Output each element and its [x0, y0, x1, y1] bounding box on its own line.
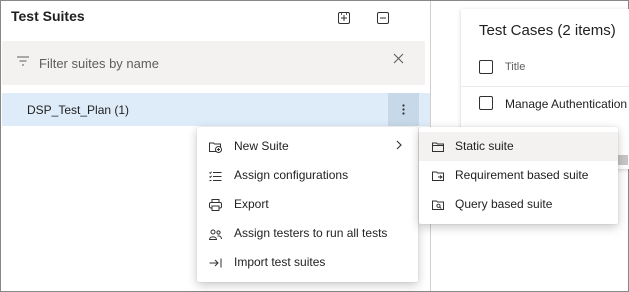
- row-divider: [461, 86, 629, 87]
- submenu-item-label: Requirement based suite: [455, 168, 589, 182]
- more-options-button[interactable]: [388, 93, 419, 126]
- query-folder-icon: [431, 198, 445, 212]
- more-vertical-icon: [402, 104, 405, 115]
- chevron-right-icon: [396, 140, 402, 150]
- folder-icon: [431, 140, 445, 154]
- row-checkbox[interactable]: [479, 96, 493, 110]
- requirement-folder-icon: [431, 169, 445, 183]
- menu-item-label: Assign testers to run all tests: [234, 226, 388, 240]
- filter-box: [2, 41, 425, 85]
- menu-item-label: Export: [234, 197, 269, 211]
- column-header-title[interactable]: Title: [505, 61, 525, 73]
- submenu-item-label: Static suite: [455, 139, 514, 153]
- menu-item-label: New Suite: [234, 139, 289, 153]
- menu-item-new-suite[interactable]: New Suite: [197, 132, 418, 161]
- print-icon: [208, 198, 222, 212]
- new-suite-icon: [208, 140, 222, 154]
- context-menu: New Suite Assign configurations Export A…: [197, 127, 418, 282]
- expand-all-icon: [338, 12, 350, 24]
- menu-item-label: Assign configurations: [234, 168, 349, 182]
- menu-item-import-test-suites[interactable]: Import test suites: [197, 248, 418, 277]
- menu-item-label: Import test suites: [234, 255, 326, 269]
- filter-icon: [17, 56, 29, 66]
- submenu-item-query-suite[interactable]: Query based suite: [419, 190, 618, 219]
- collapse-all-button[interactable]: [373, 8, 393, 28]
- menu-item-assign-testers[interactable]: Assign testers to run all tests: [197, 219, 418, 248]
- menu-item-export[interactable]: Export: [197, 190, 418, 219]
- test-cases-title: Test Cases (2 items): [479, 22, 616, 39]
- suite-label: DSP_Test_Plan (1): [27, 103, 130, 117]
- select-all-checkbox[interactable]: [479, 60, 493, 74]
- panel-title: Test Suites: [11, 8, 85, 24]
- close-icon: [393, 53, 404, 64]
- submenu-item-static-suite[interactable]: Static suite: [419, 132, 618, 161]
- new-suite-submenu: Static suite Requirement based suite Que…: [419, 127, 618, 224]
- submenu-item-requirement-suite[interactable]: Requirement based suite: [419, 161, 618, 190]
- people-icon: [208, 227, 222, 241]
- import-icon: [208, 256, 222, 270]
- suite-row[interactable]: DSP_Test_Plan (1): [2, 93, 430, 126]
- expand-all-button[interactable]: [334, 8, 354, 28]
- clear-filter-button[interactable]: [393, 53, 404, 64]
- filter-suites-input[interactable]: [39, 51, 379, 75]
- collapse-all-icon: [377, 12, 389, 24]
- test-case-title[interactable]: Manage Authentication: [505, 97, 627, 111]
- submenu-item-label: Query based suite: [455, 197, 553, 211]
- menu-item-assign-configurations[interactable]: Assign configurations: [197, 161, 418, 190]
- list-settings-icon: [208, 169, 222, 183]
